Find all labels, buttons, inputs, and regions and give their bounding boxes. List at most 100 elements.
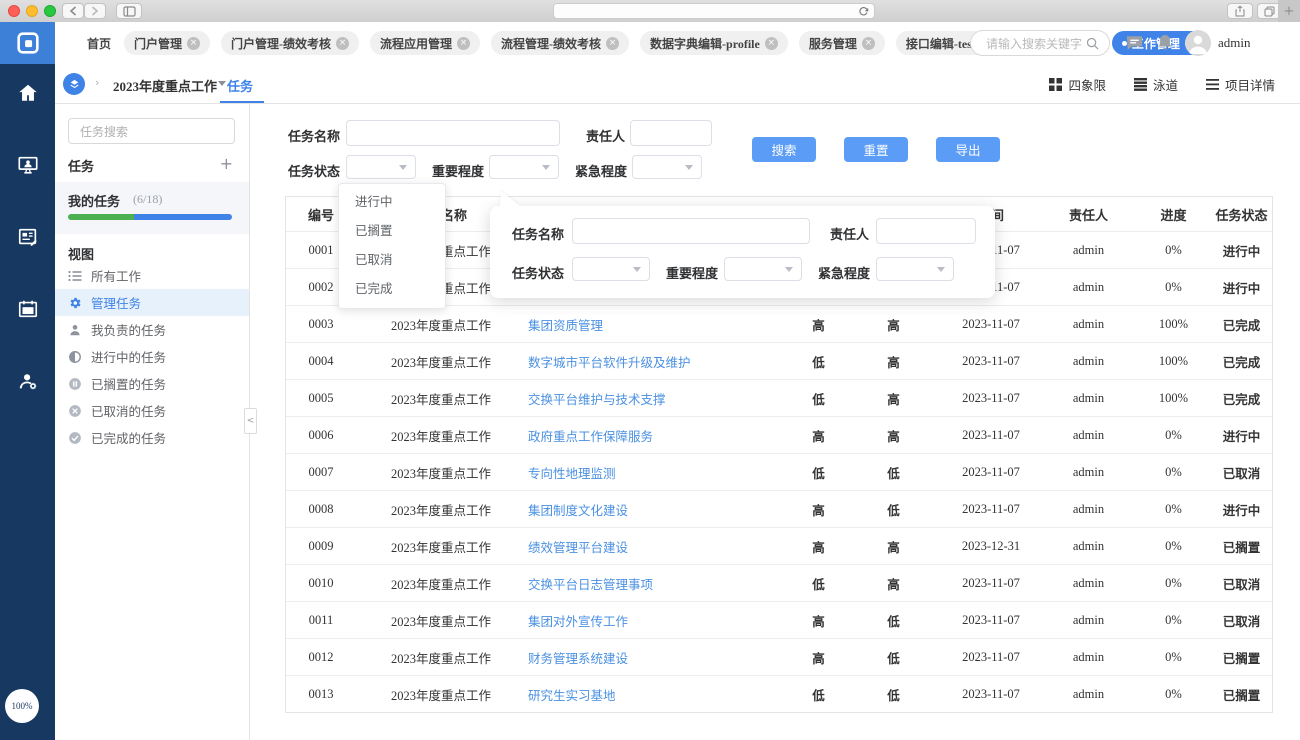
popup-status-select[interactable] (572, 257, 650, 281)
table-row[interactable]: 00052023年度重点工作交换平台维护与技术支撑低高2023-11-07adm… (286, 379, 1272, 416)
app-tab-5[interactable]: 数据字典编辑-profile× (640, 31, 788, 55)
table-row[interactable]: 00062023年度重点工作政府重点工作保障服务高高2023-11-07admi… (286, 416, 1272, 453)
monitor-user-icon[interactable] (17, 154, 39, 176)
status-option-1[interactable]: 已搁置 (339, 217, 445, 246)
reset-button[interactable]: 重置 (844, 137, 908, 162)
search-button[interactable]: 搜索 (752, 137, 816, 162)
table-row[interactable]: 00092023年度重点工作绩效管理平台建设高高2023-12-31admin0… (286, 527, 1272, 564)
table-row[interactable]: 00112023年度重点工作集团对外宣传工作高低2023-11-07admin0… (286, 601, 1272, 638)
table-cell: 2023-11-07 (941, 576, 1041, 591)
sidebar-toggle-button[interactable] (116, 3, 142, 19)
sidebar-view-1[interactable]: 管理任务 (55, 289, 249, 316)
sidebar-view-5[interactable]: 已取消的任务 (55, 397, 249, 424)
forward-button[interactable] (84, 3, 106, 19)
minimize-window-button[interactable] (26, 5, 38, 17)
task-name-link[interactable]: 交换平台维护与技术支撑 (526, 389, 791, 408)
close-icon[interactable]: × (336, 37, 349, 50)
task-name-link[interactable]: 数字城市平台软件升级及维护 (526, 352, 791, 371)
popup-owner-input[interactable] (877, 219, 975, 243)
zoom-window-button[interactable] (44, 5, 56, 17)
close-icon[interactable]: × (606, 37, 619, 50)
avatar[interactable] (1185, 30, 1211, 56)
sidebar-view-0[interactable]: 所有工作 (55, 262, 249, 289)
task-name-link[interactable]: 集团制度文化建设 (526, 500, 791, 519)
task-name-link[interactable]: 集团资质管理 (526, 315, 791, 334)
table-row[interactable]: 00072023年度重点工作专向性地理监测低低2023-11-07admin0%… (286, 453, 1272, 490)
search-icon[interactable] (1086, 37, 1099, 50)
popup-urgency-select[interactable] (876, 257, 954, 281)
sidebar-view-2[interactable]: 我负责的任务 (55, 316, 249, 343)
global-search-input[interactable] (984, 34, 1088, 54)
news-icon[interactable] (17, 226, 39, 248)
task-name-link[interactable]: 专向性地理监测 (526, 463, 791, 482)
status-option-0[interactable]: 进行中 (339, 188, 445, 217)
app-tab-2[interactable]: 门户管理-绩效考核× (221, 31, 359, 55)
task-name-link[interactable]: 交换平台日志管理事项 (526, 574, 791, 593)
view-switch-2[interactable]: 项目详情 (1206, 75, 1275, 94)
cancelled-icon (68, 404, 82, 418)
close-window-button[interactable] (8, 5, 20, 17)
table-row[interactable]: 00032023年度重点工作集团资质管理高高2023-11-07admin100… (286, 305, 1272, 342)
table-cell: 已完成 (1211, 352, 1272, 371)
app-tab-0[interactable]: 首页 (85, 31, 113, 55)
table-cell: 低 (791, 389, 846, 408)
close-icon[interactable]: × (765, 37, 778, 50)
app-tab-6[interactable]: 服务管理× (799, 31, 885, 55)
popup-task-name-input[interactable] (573, 219, 809, 243)
app-tab-4[interactable]: 流程管理-绩效考核× (491, 31, 629, 55)
filter-importance-select[interactable] (489, 155, 559, 179)
app-tab-3[interactable]: 流程应用管理× (370, 31, 480, 55)
close-icon[interactable]: × (187, 37, 200, 50)
app-logo[interactable] (0, 22, 55, 64)
tab-tasks[interactable]: 任务 (227, 76, 253, 95)
table-row[interactable]: 00042023年度重点工作数字城市平台软件升级及维护低高2023-11-07a… (286, 342, 1272, 379)
table-row[interactable]: 00082023年度重点工作集团制度文化建设高低2023-11-07admin0… (286, 490, 1272, 527)
project-icon[interactable] (63, 73, 85, 95)
reload-icon[interactable] (858, 6, 869, 17)
my-tasks-item[interactable]: 我的任务 (6/18) (55, 182, 249, 234)
popup-importance-select[interactable] (724, 257, 802, 281)
filter-urgency-select[interactable] (632, 155, 702, 179)
add-task-button[interactable]: + (220, 154, 233, 173)
sidebar-view-6[interactable]: 已完成的任务 (55, 424, 249, 451)
task-name-link[interactable]: 集团对外宣传工作 (526, 611, 791, 630)
sidebar-view-label: 进行中的任务 (91, 347, 166, 366)
notification-icon[interactable] (1157, 34, 1173, 51)
status-option-2[interactable]: 已取消 (339, 246, 445, 275)
message-icon[interactable] (1126, 35, 1143, 51)
popup-owner-input-wrap (876, 218, 976, 244)
share-button[interactable] (1227, 3, 1253, 19)
view-switch-1[interactable]: 泳道 (1134, 75, 1178, 94)
filter-owner-input[interactable] (631, 121, 711, 145)
new-tab-button[interactable]: + (1278, 0, 1300, 22)
sidebar-view-4[interactable]: 已搁置的任务 (55, 370, 249, 397)
task-name-link[interactable]: 政府重点工作保障服务 (526, 426, 791, 445)
url-bar[interactable] (553, 3, 875, 19)
export-button[interactable]: 导出 (936, 137, 1000, 162)
close-icon[interactable]: × (457, 37, 470, 50)
home-icon[interactable] (17, 82, 39, 104)
task-name-link[interactable]: 财务管理系统建设 (526, 648, 791, 667)
collapse-panel-handle[interactable]: < (244, 408, 257, 434)
chevron-down-icon[interactable] (218, 81, 226, 86)
task-search-input[interactable] (78, 122, 227, 142)
app-tab-1[interactable]: 门户管理× (124, 31, 210, 55)
table-row[interactable]: 00102023年度重点工作交换平台日志管理事项低高2023-11-07admi… (286, 564, 1272, 601)
calendar-icon[interactable] (17, 298, 39, 320)
table-cell: 2023-12-31 (941, 539, 1041, 554)
filter-status-select[interactable] (346, 155, 416, 179)
close-icon[interactable]: × (862, 37, 875, 50)
table-row[interactable]: 00132023年度重点工作研究生实习基地低低2023-11-07admin0%… (286, 675, 1272, 712)
status-option-3[interactable]: 已完成 (339, 275, 445, 304)
user-settings-icon[interactable] (17, 370, 39, 392)
table-row[interactable]: 00122023年度重点工作财务管理系统建设高低2023-11-07admin0… (286, 638, 1272, 675)
task-name-link[interactable]: 研究生实习基地 (526, 685, 791, 704)
sidebar-view-3[interactable]: 进行中的任务 (55, 343, 249, 370)
progress-blue-segment (134, 214, 232, 220)
project-title[interactable]: 2023年度重点工作 (113, 76, 217, 95)
table-cell: 100% (1136, 354, 1211, 369)
view-switch-0[interactable]: 四象限 (1049, 75, 1106, 94)
filter-task-name-input[interactable] (347, 121, 559, 145)
back-button[interactable] (62, 3, 84, 19)
task-name-link[interactable]: 绩效管理平台建设 (526, 537, 791, 556)
